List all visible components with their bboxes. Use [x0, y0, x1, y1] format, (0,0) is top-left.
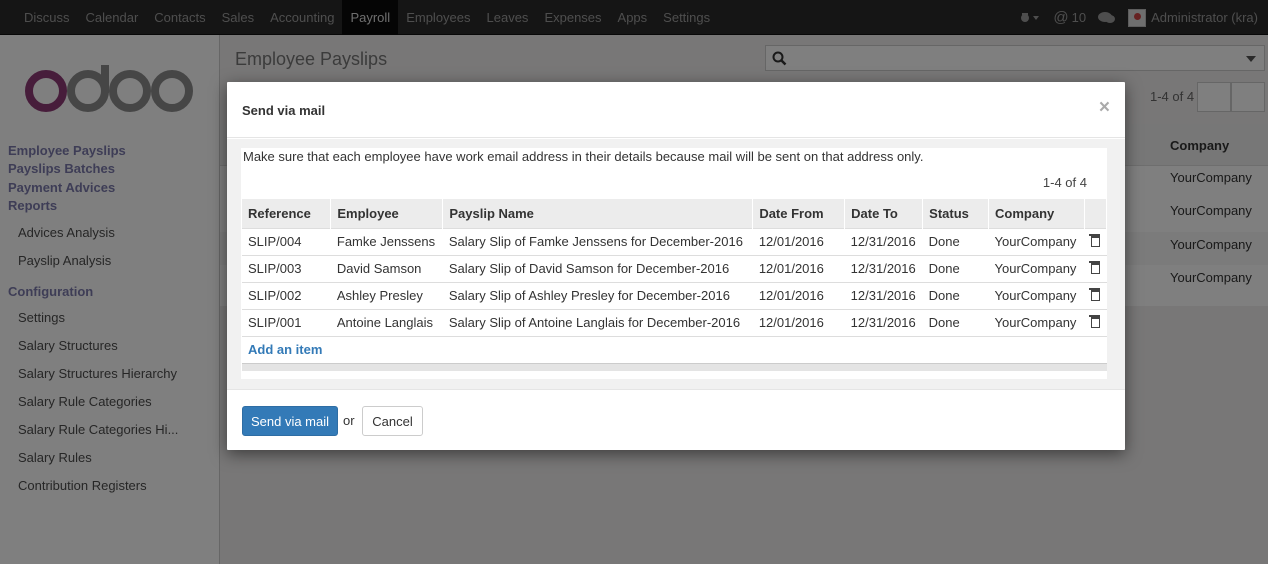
trash-icon	[1089, 288, 1100, 301]
table-row[interactable]: SLIP/002 Ashley Presley Salary Slip of A…	[242, 281, 1107, 309]
cell-employee: Antoine Langlais	[330, 308, 443, 336]
cell-employee: David Samson	[330, 254, 443, 282]
column-date-from[interactable]: Date From	[752, 199, 846, 228]
send-via-mail-dialog: Send via mail × Make sure that each empl…	[227, 82, 1125, 450]
column-company[interactable]: Company	[988, 199, 1085, 228]
table-row[interactable]: SLIP/004 Famke Jenssens Salary Slip of F…	[242, 227, 1107, 255]
trash-icon	[1089, 234, 1100, 247]
add-item-link[interactable]: Add an item	[248, 342, 322, 357]
trash-icon	[1089, 315, 1100, 328]
trash-icon	[1089, 261, 1100, 274]
column-payslip-name[interactable]: Payslip Name	[442, 199, 754, 228]
delete-row-button[interactable]	[1084, 227, 1107, 255]
cell-status: Done	[922, 227, 989, 255]
modal-title: Send via mail	[242, 103, 326, 118]
modal-body: Make sure that each employee have work e…	[227, 139, 1125, 389]
cell-date-from: 12/01/2016	[752, 308, 845, 336]
form-sheet: Make sure that each employee have work e…	[241, 148, 1107, 379]
cell-date-to: 12/31/2016	[844, 227, 923, 255]
cell-date-from: 12/01/2016	[752, 281, 845, 309]
delete-row-button[interactable]	[1084, 308, 1107, 336]
table-row[interactable]: SLIP/001 Antoine Langlais Salary Slip of…	[242, 308, 1107, 336]
table-footer	[242, 363, 1107, 371]
cell-date-from: 12/01/2016	[752, 254, 845, 282]
add-item-row: Add an item	[242, 335, 1107, 363]
send-via-mail-button[interactable]: Send via mail	[242, 406, 338, 436]
cancel-button[interactable]: Cancel	[362, 406, 423, 436]
column-actions	[1084, 199, 1107, 228]
modal-header: Send via mail ×	[227, 82, 1125, 138]
cell-company: YourCompany	[988, 308, 1085, 336]
cell-date-to: 12/31/2016	[844, 281, 923, 309]
cell-date-to: 12/31/2016	[844, 254, 923, 282]
cell-status: Done	[922, 254, 989, 282]
column-employee[interactable]: Employee	[330, 199, 444, 228]
info-note: Make sure that each employee have work e…	[243, 149, 924, 164]
delete-row-button[interactable]	[1084, 281, 1107, 309]
column-reference[interactable]: Reference	[242, 199, 332, 228]
table-row[interactable]: SLIP/003 David Samson Salary Slip of Dav…	[242, 254, 1107, 282]
modal-footer: Send via mail or Cancel	[227, 389, 1125, 450]
cell-payslip-name: Salary Slip of Ashley Presley for Decemb…	[442, 281, 753, 309]
cell-reference: SLIP/001	[242, 308, 331, 336]
cell-payslip-name: Salary Slip of David Samson for December…	[442, 254, 753, 282]
close-icon[interactable]: ×	[1099, 97, 1110, 119]
cell-date-to: 12/31/2016	[844, 308, 923, 336]
cell-payslip-name: Salary Slip of Famke Jenssens for Decemb…	[442, 227, 753, 255]
cell-employee: Ashley Presley	[330, 281, 443, 309]
cell-reference: SLIP/004	[242, 227, 331, 255]
cell-employee: Famke Jenssens	[330, 227, 443, 255]
cell-company: YourCompany	[988, 227, 1085, 255]
payslip-table: Reference Employee Payslip Name Date Fro…	[242, 199, 1107, 363]
cell-date-from: 12/01/2016	[752, 227, 845, 255]
cell-status: Done	[922, 308, 989, 336]
cell-status: Done	[922, 281, 989, 309]
cell-payslip-name: Salary Slip of Antoine Langlais for Dece…	[442, 308, 753, 336]
delete-row-button[interactable]	[1084, 254, 1107, 282]
cell-company: YourCompany	[988, 281, 1085, 309]
or-label: or	[343, 413, 355, 428]
cell-company: YourCompany	[988, 254, 1085, 282]
cell-reference: SLIP/003	[242, 254, 331, 282]
table-pager[interactable]: 1-4 of 4	[1043, 175, 1087, 190]
column-status[interactable]: Status	[922, 199, 990, 228]
column-date-to[interactable]: Date To	[844, 199, 924, 228]
cell-reference: SLIP/002	[242, 281, 331, 309]
